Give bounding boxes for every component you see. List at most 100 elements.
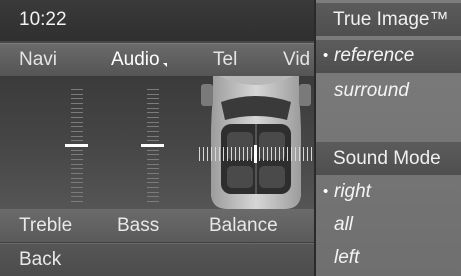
scale-tick [71,173,83,174]
treble-scale[interactable] [62,89,92,202]
option-right[interactable]: • right [316,176,461,209]
menu-item-video[interactable]: Vid [283,49,310,71]
footer-bar: Back [0,243,314,276]
treble-tab[interactable]: Treble [19,215,72,237]
scale-tick [147,154,159,155]
option-left[interactable]: left [316,242,461,275]
scale-tick [147,131,159,132]
scale-tick [147,112,159,113]
scale-tick [147,192,159,193]
option-all[interactable]: all [316,209,461,242]
scale-tick [219,147,220,161]
selected-bullet-icon: • [323,183,329,200]
scale-tick [211,147,212,161]
scale-tick [71,140,83,141]
scale-tick [147,103,159,104]
balance-scale[interactable] [199,145,314,163]
scale-tick [71,192,83,193]
scale-tick [307,147,308,161]
option-reference[interactable]: • reference [316,40,461,73]
back-button[interactable]: Back [19,249,61,271]
scale-tick [251,147,252,161]
scale-tick [147,126,159,127]
scale-tick [199,147,200,161]
scale-tick [207,147,208,161]
scale-tick [147,117,159,118]
control-labels-bar: Treble Bass Balance [0,209,314,242]
scale-tick [259,147,260,161]
scale-tick [267,147,268,161]
scale-tick [203,147,204,161]
true-image-title: True Image™ [333,9,449,30]
scale-tick [283,147,284,161]
scale-tick [71,159,83,160]
option-left-label: left [334,247,360,268]
bass-tab[interactable]: Bass [117,215,159,237]
scale-tick [71,168,83,169]
balance-tab[interactable]: Balance [209,215,278,237]
scale-tick [147,178,159,179]
scale-tick [147,173,159,174]
scale-tick [231,147,232,161]
car-top-view [197,76,314,209]
scale-tick [223,147,224,161]
sound-adjust-area [0,76,314,209]
head-unit-screen: 10:22 Navi Audio Tel Vid Treble Bass Bal… [0,0,461,276]
status-bar: 10:22 [0,0,314,41]
scale-tick [147,182,159,183]
scale-tick [71,112,83,113]
scale-tick [287,147,288,161]
scale-tick [291,147,292,161]
scale-tick [227,147,228,161]
scale-tick [147,108,159,109]
scale-tick [147,201,159,202]
scale-tick [215,147,216,161]
scale-tick [71,201,83,202]
scale-tick [71,164,83,165]
scale-tick [147,98,159,99]
option-all-label: all [334,214,354,235]
scale-tick [71,178,83,179]
menu-item-audio-label: Audio [111,49,160,70]
scale-tick [71,108,83,109]
main-menu-bar: Navi Audio Tel Vid [0,43,314,76]
menu-item-tel[interactable]: Tel [213,49,237,71]
scale-tick [271,147,272,161]
scale-tick [71,117,83,118]
scale-tick [311,147,312,161]
scale-tick [275,147,276,161]
scale-tick [147,136,159,137]
selected-bullet-icon: • [323,47,329,64]
scale-tick [71,94,83,95]
scale-tick [147,89,159,90]
scale-tick [147,150,159,151]
option-right-label: right [334,181,371,202]
option-reference-label: reference [334,45,415,66]
scale-tick [263,147,264,161]
scale-tick [303,147,304,161]
scale-tick [71,187,83,188]
scale-tick [239,147,240,161]
menu-item-audio[interactable]: Audio [111,49,167,71]
option-surround-label: surround [334,80,409,101]
scale-tick [71,122,83,123]
true-image-header: True Image™ [316,3,461,36]
scale-tick [71,98,83,99]
bass-scale[interactable] [138,89,168,202]
scale-tick [147,187,159,188]
scale-tick [71,196,83,197]
scale-tick [147,122,159,123]
clock: 10:22 [19,9,67,30]
scale-tick [235,147,236,161]
sound-mode-header: Sound Mode [316,142,461,175]
scale-tick [71,89,83,90]
scale-tick [147,94,159,95]
audio-settings-pane: 10:22 Navi Audio Tel Vid Treble Bass Bal… [0,0,314,276]
scale-tick [147,168,159,169]
option-surround[interactable]: surround [316,75,461,108]
level-marker [141,144,164,147]
scale-tick [279,147,280,161]
scale-tick [71,103,83,104]
menu-item-navi[interactable]: Navi [19,49,57,71]
convertible-car-icon [201,76,311,209]
